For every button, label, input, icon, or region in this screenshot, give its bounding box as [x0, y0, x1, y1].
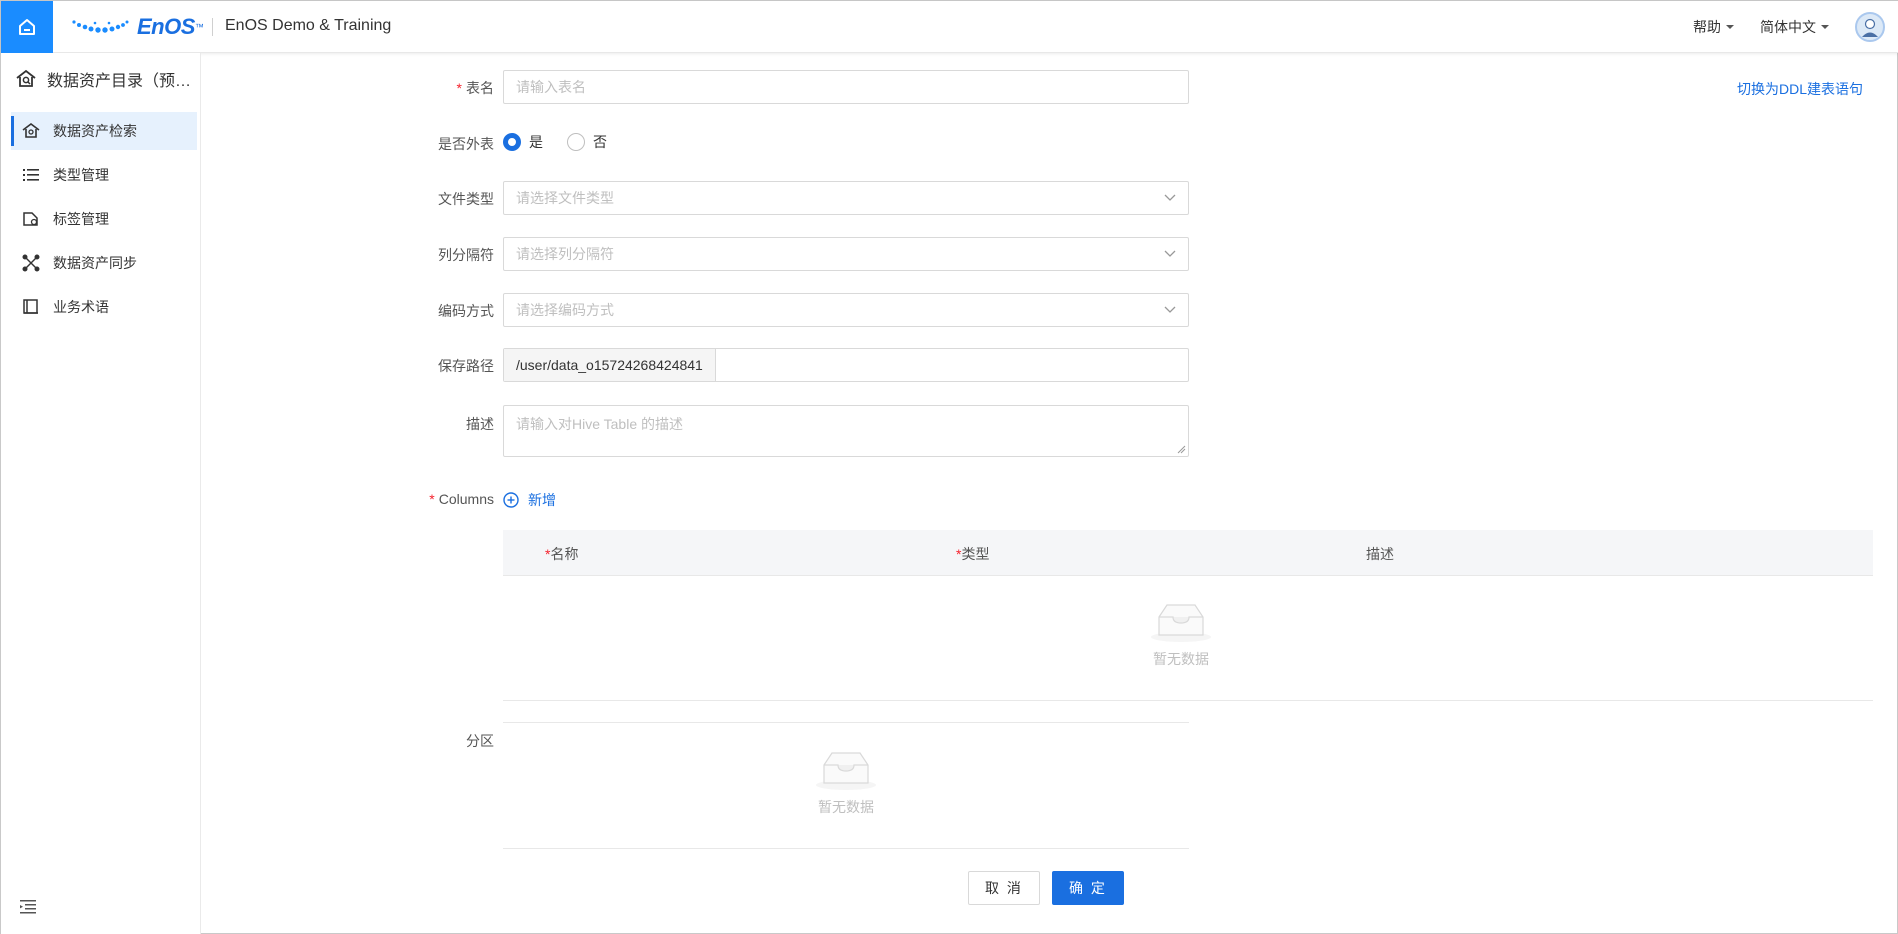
- encoding-label: 编码方式: [438, 303, 494, 319]
- sidebar-item-tag-manage[interactable]: 标签管理: [11, 200, 197, 238]
- file-type-select[interactable]: 请选择文件类型: [503, 181, 1189, 215]
- enos-logo[interactable]: EnOS ™: [71, 14, 204, 39]
- app-frame: EnOS ™ EnOS Demo & Training 帮助 简体中文 数据资产…: [0, 0, 1898, 934]
- cancel-button[interactable]: 取 消: [968, 871, 1040, 905]
- house-search-icon: [16, 69, 36, 87]
- save-path-input[interactable]: [716, 349, 1188, 381]
- column-header-type: *类型: [956, 546, 990, 562]
- empty-inbox-icon: [816, 752, 876, 790]
- resize-handle-icon[interactable]: [1177, 445, 1186, 454]
- confirm-button[interactable]: 确 定: [1052, 871, 1124, 905]
- sidebar: 数据资产目录（预… 数据资产检索 类型管理 标签管理 数据资产同步 业务术语: [1, 53, 201, 934]
- save-path-label: 保存路径: [438, 358, 494, 374]
- plus-circle-icon: [503, 492, 519, 508]
- save-path-field: /user/data_o15724268424841: [503, 348, 1189, 382]
- help-label: 帮助: [1693, 19, 1721, 35]
- caret-down-icon: [1726, 25, 1734, 29]
- radio-no[interactable]: [567, 133, 585, 151]
- file-type-label: 文件类型: [438, 191, 494, 207]
- language-menu[interactable]: 简体中文: [1760, 17, 1829, 37]
- sidebar-item-type-manage[interactable]: 类型管理: [11, 156, 197, 194]
- chevron-down-icon: [1164, 306, 1176, 313]
- book-icon: [23, 299, 38, 314]
- chevron-down-icon: [1164, 250, 1176, 257]
- sidebar-title: 数据资产目录（预…: [15, 67, 191, 91]
- description-textarea[interactable]: 请输入对Hive Table 的描述: [503, 405, 1189, 457]
- empty-text: 暂无数据: [818, 799, 874, 815]
- list-icon: [23, 169, 39, 181]
- partition-bottom-divider: [503, 848, 1189, 849]
- partition-top-divider: [503, 722, 1189, 723]
- description-label: 描述: [466, 416, 494, 432]
- collapse-menu-icon: [20, 900, 36, 914]
- table-name-label: * 表名: [456, 80, 494, 96]
- sidebar-item-label: 数据资产同步: [53, 255, 137, 271]
- switch-to-ddl-link[interactable]: 切换为DDL建表语句: [1737, 79, 1863, 99]
- avatar[interactable]: [1855, 12, 1885, 42]
- chevron-down-icon: [1164, 194, 1176, 201]
- radio-no-label[interactable]: 否: [593, 132, 607, 152]
- empty-text: 暂无数据: [1153, 651, 1209, 667]
- add-column-label: 新增: [528, 492, 556, 508]
- empty-inbox-icon: [1151, 604, 1211, 642]
- columns-table-bottom-divider: [503, 700, 1873, 701]
- sidebar-item-label: 类型管理: [53, 167, 109, 183]
- logo-dots-icon: [72, 20, 129, 33]
- user-avatar-icon: [1862, 18, 1878, 37]
- external-table-radio-group: 是 否: [503, 132, 631, 152]
- sidebar-item-label: 数据资产检索: [53, 123, 137, 139]
- tag-icon: [23, 212, 38, 226]
- top-header: EnOS ™ EnOS Demo & Training 帮助 简体中文: [1, 1, 1898, 53]
- sidebar-item-label: 标签管理: [53, 211, 109, 227]
- encoding-select[interactable]: 请选择编码方式: [503, 293, 1189, 327]
- home-button[interactable]: [1, 1, 53, 53]
- org-name[interactable]: EnOS Demo & Training: [225, 17, 391, 35]
- column-header-name: *名称: [545, 546, 579, 562]
- radio-yes-label[interactable]: 是: [529, 132, 543, 152]
- columns-table-header: *名称 *类型 描述: [503, 530, 1873, 576]
- help-menu[interactable]: 帮助: [1693, 17, 1734, 37]
- caret-down-icon: [1821, 25, 1829, 29]
- column-header-desc: 描述: [1366, 546, 1394, 562]
- language-label: 简体中文: [1760, 19, 1816, 35]
- save-path-prefix: /user/data_o15724268424841: [504, 349, 716, 381]
- sidebar-item-business-terms[interactable]: 业务术语: [11, 288, 197, 326]
- house-search-icon: [22, 123, 40, 138]
- brand-name: EnOS: [137, 14, 195, 39]
- table-name-input[interactable]: 请输入表名: [503, 70, 1189, 104]
- columns-empty-state: 暂无数据: [1149, 601, 1213, 669]
- radio-yes[interactable]: [503, 133, 521, 151]
- add-column-button[interactable]: 新增: [503, 490, 556, 510]
- separator-select[interactable]: 请选择列分隔符: [503, 237, 1189, 271]
- external-table-label: 是否外表: [438, 136, 494, 152]
- sidebar-title-label: 数据资产目录（预…: [47, 73, 192, 90]
- sidebar-item-asset-sync[interactable]: 数据资产同步: [11, 244, 197, 282]
- home-icon: [19, 19, 35, 35]
- partition-label: 分区: [466, 733, 494, 749]
- columns-label: * Columns: [429, 491, 494, 507]
- share-nodes-icon: [22, 254, 40, 272]
- separator-label: 列分隔符: [438, 247, 494, 263]
- header-divider: [212, 18, 213, 36]
- sidebar-item-asset-search[interactable]: 数据资产检索: [11, 112, 197, 150]
- sidebar-item-label: 业务术语: [53, 299, 109, 315]
- sidebar-collapse-button[interactable]: [19, 898, 37, 917]
- partition-empty-state: 暂无数据: [814, 749, 878, 817]
